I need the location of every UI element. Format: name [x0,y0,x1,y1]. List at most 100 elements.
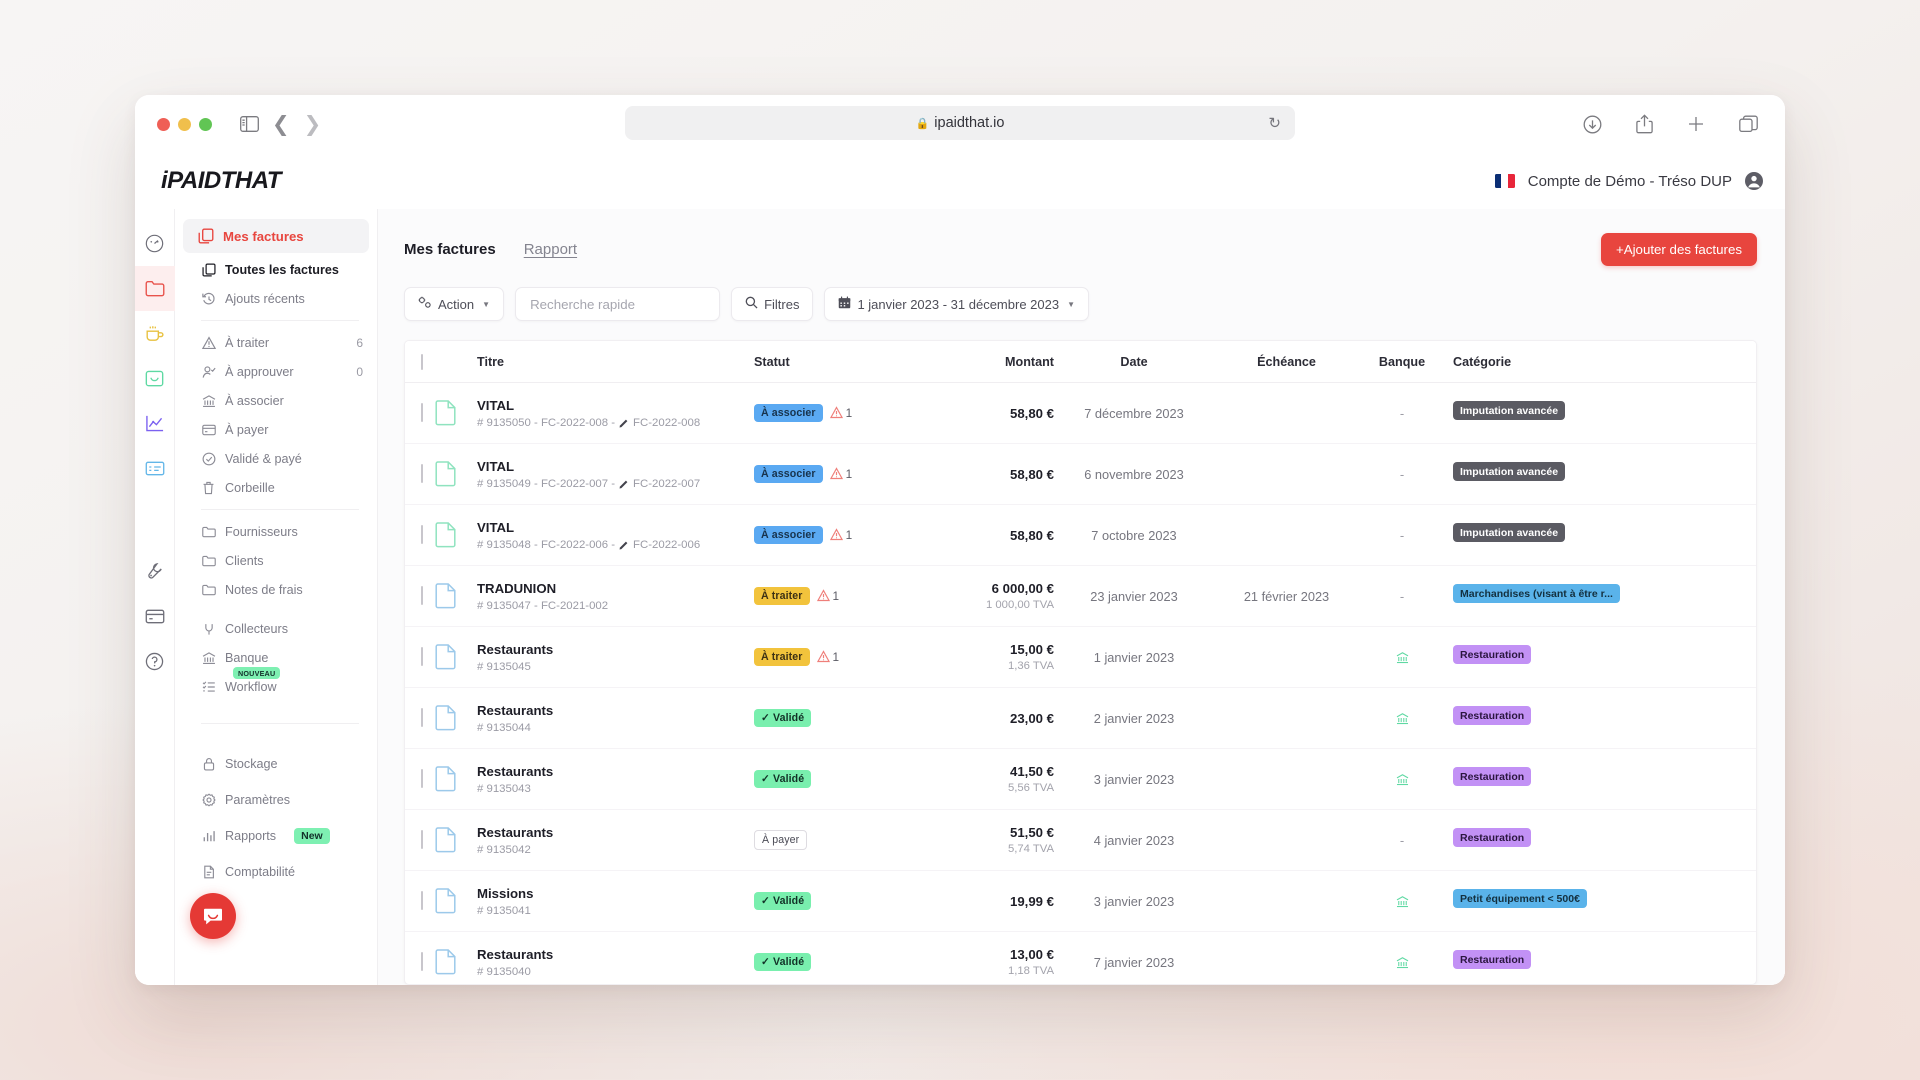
table-row[interactable]: Missions # 9135041 ✓ Validé 19,99 € 3 ja… [405,871,1756,932]
back-icon[interactable]: ❮ [272,114,290,135]
category-badge[interactable]: Restauration [1453,950,1532,969]
rail-item-help[interactable] [135,639,175,684]
sidebar-item-parametres[interactable]: Paramètres [175,782,377,818]
status-badge[interactable]: À traiter [754,586,810,605]
rail-item-card[interactable] [135,594,175,639]
document-icon[interactable] [435,827,477,853]
sidebar-item-collecteurs[interactable]: Collecteurs [175,614,377,643]
address-bar[interactable]: 🔒 ipaidthat.io ↻ [625,106,1295,140]
status-badge[interactable]: À traiter [754,647,810,666]
category-badge[interactable]: Marchandises (visant à être r... [1453,584,1620,603]
rail-item-tools[interactable] [135,549,175,594]
warning-count[interactable]: 1 [829,406,852,420]
row-checkbox[interactable] [421,891,423,910]
row-checkbox[interactable] [421,647,423,666]
sidebar-item-a-payer[interactable]: À payer [175,415,377,444]
sidebar-item-a-traiter[interactable]: À traiter 6 [175,328,377,357]
bank-icon[interactable] [1359,895,1445,908]
rail-item-dashboard[interactable] [135,221,175,266]
warning-count[interactable]: 1 [829,467,852,481]
category-badge[interactable]: Restauration [1453,645,1532,664]
status-badge[interactable]: ✓ Validé [754,891,812,910]
rail-item-reports[interactable] [135,401,175,446]
column-categorie[interactable]: Catégorie [1445,341,1756,383]
invoice-title[interactable]: VITAL [477,458,754,476]
column-statut[interactable]: Statut [754,341,932,383]
document-icon[interactable] [435,583,477,609]
date-range-picker[interactable]: 1 janvier 2023 - 31 décembre 2023 ▼ [824,287,1090,321]
action-dropdown-button[interactable]: Action ▼ [404,287,505,321]
column-date[interactable]: Date [1054,341,1214,383]
row-checkbox[interactable] [421,464,423,483]
filters-button[interactable]: Filtres [731,287,814,321]
invoice-title[interactable]: Restaurants [477,641,754,659]
close-window-button[interactable] [157,117,170,131]
table-row[interactable]: TRADUNION # 9135047 - FC-2021-002 À trai… [405,566,1756,627]
tab-mes-factures[interactable]: Mes factures [404,241,496,258]
select-all-checkbox[interactable] [421,354,423,370]
document-icon[interactable] [435,461,477,487]
status-badge[interactable]: ✓ Validé [754,952,812,971]
add-invoices-button[interactable]: +Ajouter des factures [1600,233,1757,266]
invoice-title[interactable]: VITAL [477,397,754,415]
table-row[interactable]: Restaurants # 9135042 À payer 51,50 € 5,7… [405,810,1756,871]
invoice-title[interactable]: Restaurants [477,824,754,842]
status-badge[interactable]: À associer [754,464,823,483]
fr-flag-icon[interactable] [1494,174,1515,188]
category-badge[interactable]: Restauration [1453,706,1532,725]
row-checkbox[interactable] [421,525,423,544]
sidebar-item-ajouts-recents[interactable]: Ajouts récents [175,284,377,313]
chat-bubble-icon[interactable] [190,893,236,939]
column-titre[interactable]: Titre [477,341,754,383]
bank-icon[interactable] [1359,956,1445,969]
tab-rapport[interactable]: Rapport [524,241,577,258]
table-row[interactable]: VITAL # 9135048 - FC-2022-006 - FC-2022-… [405,505,1756,566]
table-row[interactable]: VITAL # 9135049 - FC-2022-007 - FC-2022-… [405,444,1756,505]
sidebar-item-valide-paye[interactable]: Validé & payé [175,444,377,473]
rail-item-inbox[interactable] [135,356,175,401]
sidebar-item-toutes-les-factures[interactable]: Toutes les factures [175,255,377,284]
category-badge[interactable]: Restauration [1453,767,1532,786]
document-icon[interactable] [435,766,477,792]
category-badge[interactable]: Petit équipement < 500€ [1453,889,1587,908]
rail-item-cup[interactable] [135,311,175,356]
column-banque[interactable]: Banque [1359,341,1445,383]
sidebar-item-stockage[interactable]: Stockage [175,746,377,782]
ipaidthat-logo[interactable]: iPAIDTHAT [161,167,281,195]
status-badge[interactable]: ✓ Validé [754,708,812,727]
maximize-window-button[interactable] [199,117,212,131]
document-icon[interactable] [435,400,477,426]
status-badge[interactable]: À associer [754,525,823,544]
row-checkbox[interactable] [421,952,423,971]
table-row[interactable]: Restaurants # 9135043 ✓ Validé 41,50 € 5,… [405,749,1756,810]
reload-icon[interactable]: ↻ [1268,114,1281,132]
status-badge[interactable]: À associer [754,403,823,422]
document-icon[interactable] [435,705,477,731]
bank-icon[interactable] [1359,651,1445,664]
table-row[interactable]: Restaurants # 9135045 À traiter 1 15,00 … [405,627,1756,688]
invoice-title[interactable]: Missions [477,885,754,903]
category-badge[interactable]: Imputation avancée [1453,462,1566,481]
category-badge[interactable]: Restauration [1453,828,1532,847]
document-icon[interactable] [435,522,477,548]
pencil-icon[interactable] [619,540,629,550]
sidebar-item-corbeille[interactable]: Corbeille [175,473,377,502]
plus-icon[interactable] [1681,109,1711,139]
pencil-icon[interactable] [619,418,629,428]
table-row[interactable]: Restaurants # 9135040 ✓ Validé 13,00 € 1,… [405,932,1756,985]
sidebar-item-notes-de-frais[interactable]: Notes de frais [175,575,377,604]
rail-item-invoice-doc[interactable] [135,446,175,491]
sidebar-item-a-approuver[interactable]: À approuver 0 [175,357,377,386]
sidebar-toggle-icon[interactable] [234,109,264,139]
row-checkbox[interactable] [421,708,423,727]
document-icon[interactable] [435,644,477,670]
table-row[interactable]: Restaurants # 9135044 ✓ Validé 23,00 € 2… [405,688,1756,749]
invoice-title[interactable]: Restaurants [477,946,754,964]
row-checkbox[interactable] [421,769,423,788]
sidebar-item-fournisseurs[interactable]: Fournisseurs [175,517,377,546]
sidebar-item-clients[interactable]: Clients [175,546,377,575]
invoice-title[interactable]: TRADUNION [477,580,754,598]
warning-count[interactable]: 1 [829,528,852,542]
sidebar-item-rapports[interactable]: Rapports New [175,818,377,854]
sidebar-item-workflow[interactable]: Workflow NOUVEAU [175,667,377,701]
